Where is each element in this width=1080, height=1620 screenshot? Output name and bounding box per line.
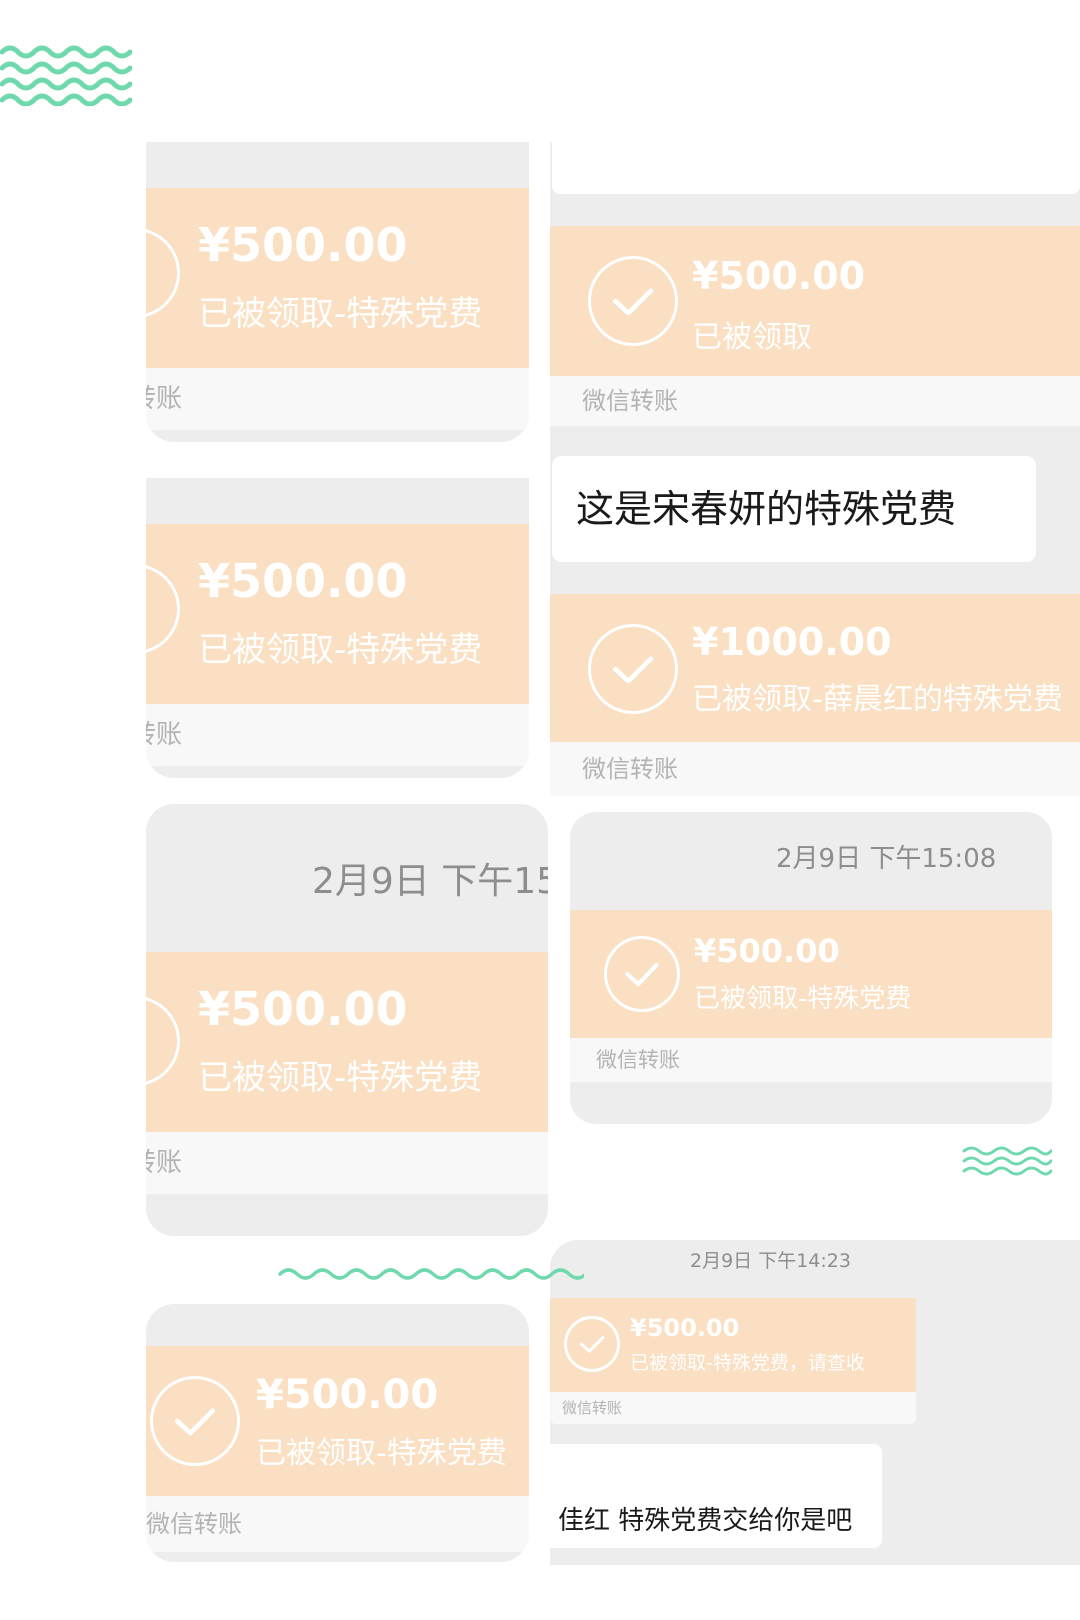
transfer-status: 已被领取-特殊党费 bbox=[198, 294, 483, 334]
transfer-amount: ¥500.00 bbox=[694, 932, 840, 970]
message-text: 佳红 特殊党费交给你是吧 bbox=[558, 1506, 853, 1536]
wave-decoration-icon bbox=[278, 1264, 584, 1284]
transfer-footer-label: 微信转账 bbox=[582, 755, 678, 783]
screenshot-fragment: ¥500.00 已被领取-特殊党费 转账 bbox=[146, 478, 529, 778]
screenshot-fragment: 2月9日 下午14:23 ¥500.00 已被领取-特殊党费，请查收 微信转账 … bbox=[550, 1240, 1080, 1565]
transfer-footer: 微信转账 bbox=[550, 376, 1080, 426]
transfer-footer-label: 微信转账 bbox=[146, 1510, 242, 1538]
transfer-status: 已被领取-特殊党费 bbox=[694, 984, 912, 1014]
transfer-footer-label: 微信转账 bbox=[596, 1048, 680, 1072]
transfer-footer-label: 微信转账 bbox=[582, 387, 678, 415]
screenshot-fragment: ¥500.00 已被领取-特殊党费 微信转账 bbox=[146, 1304, 529, 1562]
transfer-footer-label: 转账 bbox=[146, 1148, 183, 1178]
transfer-card[interactable]: ¥500.00 已被领取-特殊党费 bbox=[146, 524, 529, 704]
transfer-amount: ¥500.00 bbox=[198, 218, 408, 272]
chat-timestamp: 2月9日 下午15 bbox=[312, 861, 548, 902]
transfer-footer-label: 微信转账 bbox=[562, 1399, 623, 1417]
message-text: 这是宋春妍的特殊党费 bbox=[576, 487, 957, 531]
transfer-card[interactable]: ¥500.00 已被领取-特殊党费，请查收 bbox=[550, 1298, 916, 1392]
transfer-footer: 微信转账 bbox=[550, 742, 1080, 796]
wave-decoration-icon bbox=[0, 42, 132, 106]
wave-decoration-icon bbox=[962, 1144, 1052, 1178]
transfer-footer: 微信转账 bbox=[570, 1038, 1052, 1082]
message-bubble-cut bbox=[552, 142, 1080, 194]
transfer-footer-label: 转账 bbox=[146, 384, 183, 414]
check-circle-icon bbox=[146, 228, 180, 318]
transfer-status: 已被领取 bbox=[692, 320, 812, 355]
transfer-status: 已被领取-特殊党费，请查收 bbox=[630, 1352, 865, 1374]
transfer-footer: 转账 bbox=[146, 1132, 548, 1194]
transfer-status: 已被领取-特殊党费 bbox=[198, 1058, 483, 1098]
check-circle-icon bbox=[146, 996, 180, 1086]
chat-background: 这是宋春妍的特殊党费 ¥1000.00 已被领取-薛晨红的特殊党费 微信转账 bbox=[550, 426, 1080, 796]
transfer-card[interactable]: ¥500.00 已被领取-特殊党费 bbox=[146, 952, 548, 1132]
check-circle-icon bbox=[146, 564, 180, 654]
screenshot-fragment: 2月9日 下午15:08 ¥500.00 已被领取-特殊党费 微信转账 bbox=[570, 812, 1052, 1124]
screenshot-fragment: ¥500.00 已被领取-特殊党费 转账 bbox=[146, 142, 529, 442]
transfer-card[interactable]: ¥500.00 已被领取-特殊党费 bbox=[146, 188, 529, 368]
transfer-footer: 微信转账 bbox=[146, 1496, 529, 1552]
transfer-amount: ¥500.00 bbox=[198, 554, 408, 608]
check-circle-icon bbox=[588, 624, 678, 714]
message-bubble[interactable]: 佳红 特殊党费交给你是吧 bbox=[550, 1444, 882, 1548]
transfer-status: 已被领取-特殊党费 bbox=[198, 630, 483, 670]
screenshot-fragment: 2月9日 下午15 ¥500.00 已被领取-特殊党费 转账 bbox=[146, 804, 548, 1236]
transfer-card[interactable]: ¥500.00 已被领取-特殊党费 bbox=[570, 910, 1052, 1038]
transfer-amount: ¥1000.00 bbox=[692, 620, 892, 664]
chat-timestamp: 2月9日 下午15:08 bbox=[776, 844, 997, 874]
transfer-footer: 转账 bbox=[146, 704, 529, 766]
check-circle-icon bbox=[150, 1376, 240, 1466]
transfer-amount: ¥500.00 bbox=[198, 982, 408, 1036]
check-circle-icon bbox=[588, 256, 678, 346]
transfer-status: 已被领取-特殊党费 bbox=[256, 1436, 507, 1471]
transfer-amount: ¥500.00 bbox=[256, 1372, 439, 1418]
transfer-amount: ¥500.00 bbox=[630, 1314, 740, 1342]
screenshot-fragment: ¥500.00 已被领取 微信转账 bbox=[550, 142, 1080, 426]
transfer-footer: 转账 bbox=[146, 368, 529, 430]
check-circle-icon bbox=[564, 1316, 620, 1372]
transfer-status: 已被领取-薛晨红的特殊党费 bbox=[692, 682, 1063, 717]
transfer-card[interactable]: ¥1000.00 已被领取-薛晨红的特殊党费 bbox=[550, 594, 1080, 742]
transfer-card[interactable]: ¥500.00 已被领取-特殊党费 bbox=[146, 1346, 529, 1496]
transfer-footer-label: 转账 bbox=[146, 720, 183, 750]
check-circle-icon bbox=[604, 936, 680, 1012]
transfer-amount: ¥500.00 bbox=[692, 254, 866, 298]
transfer-card[interactable]: ¥500.00 已被领取 bbox=[550, 226, 1080, 376]
message-bubble[interactable]: 这是宋春妍的特殊党费 bbox=[552, 456, 1036, 562]
transfer-footer: 微信转账 bbox=[550, 1392, 916, 1424]
chat-timestamp: 2月9日 下午14:23 bbox=[690, 1250, 851, 1272]
